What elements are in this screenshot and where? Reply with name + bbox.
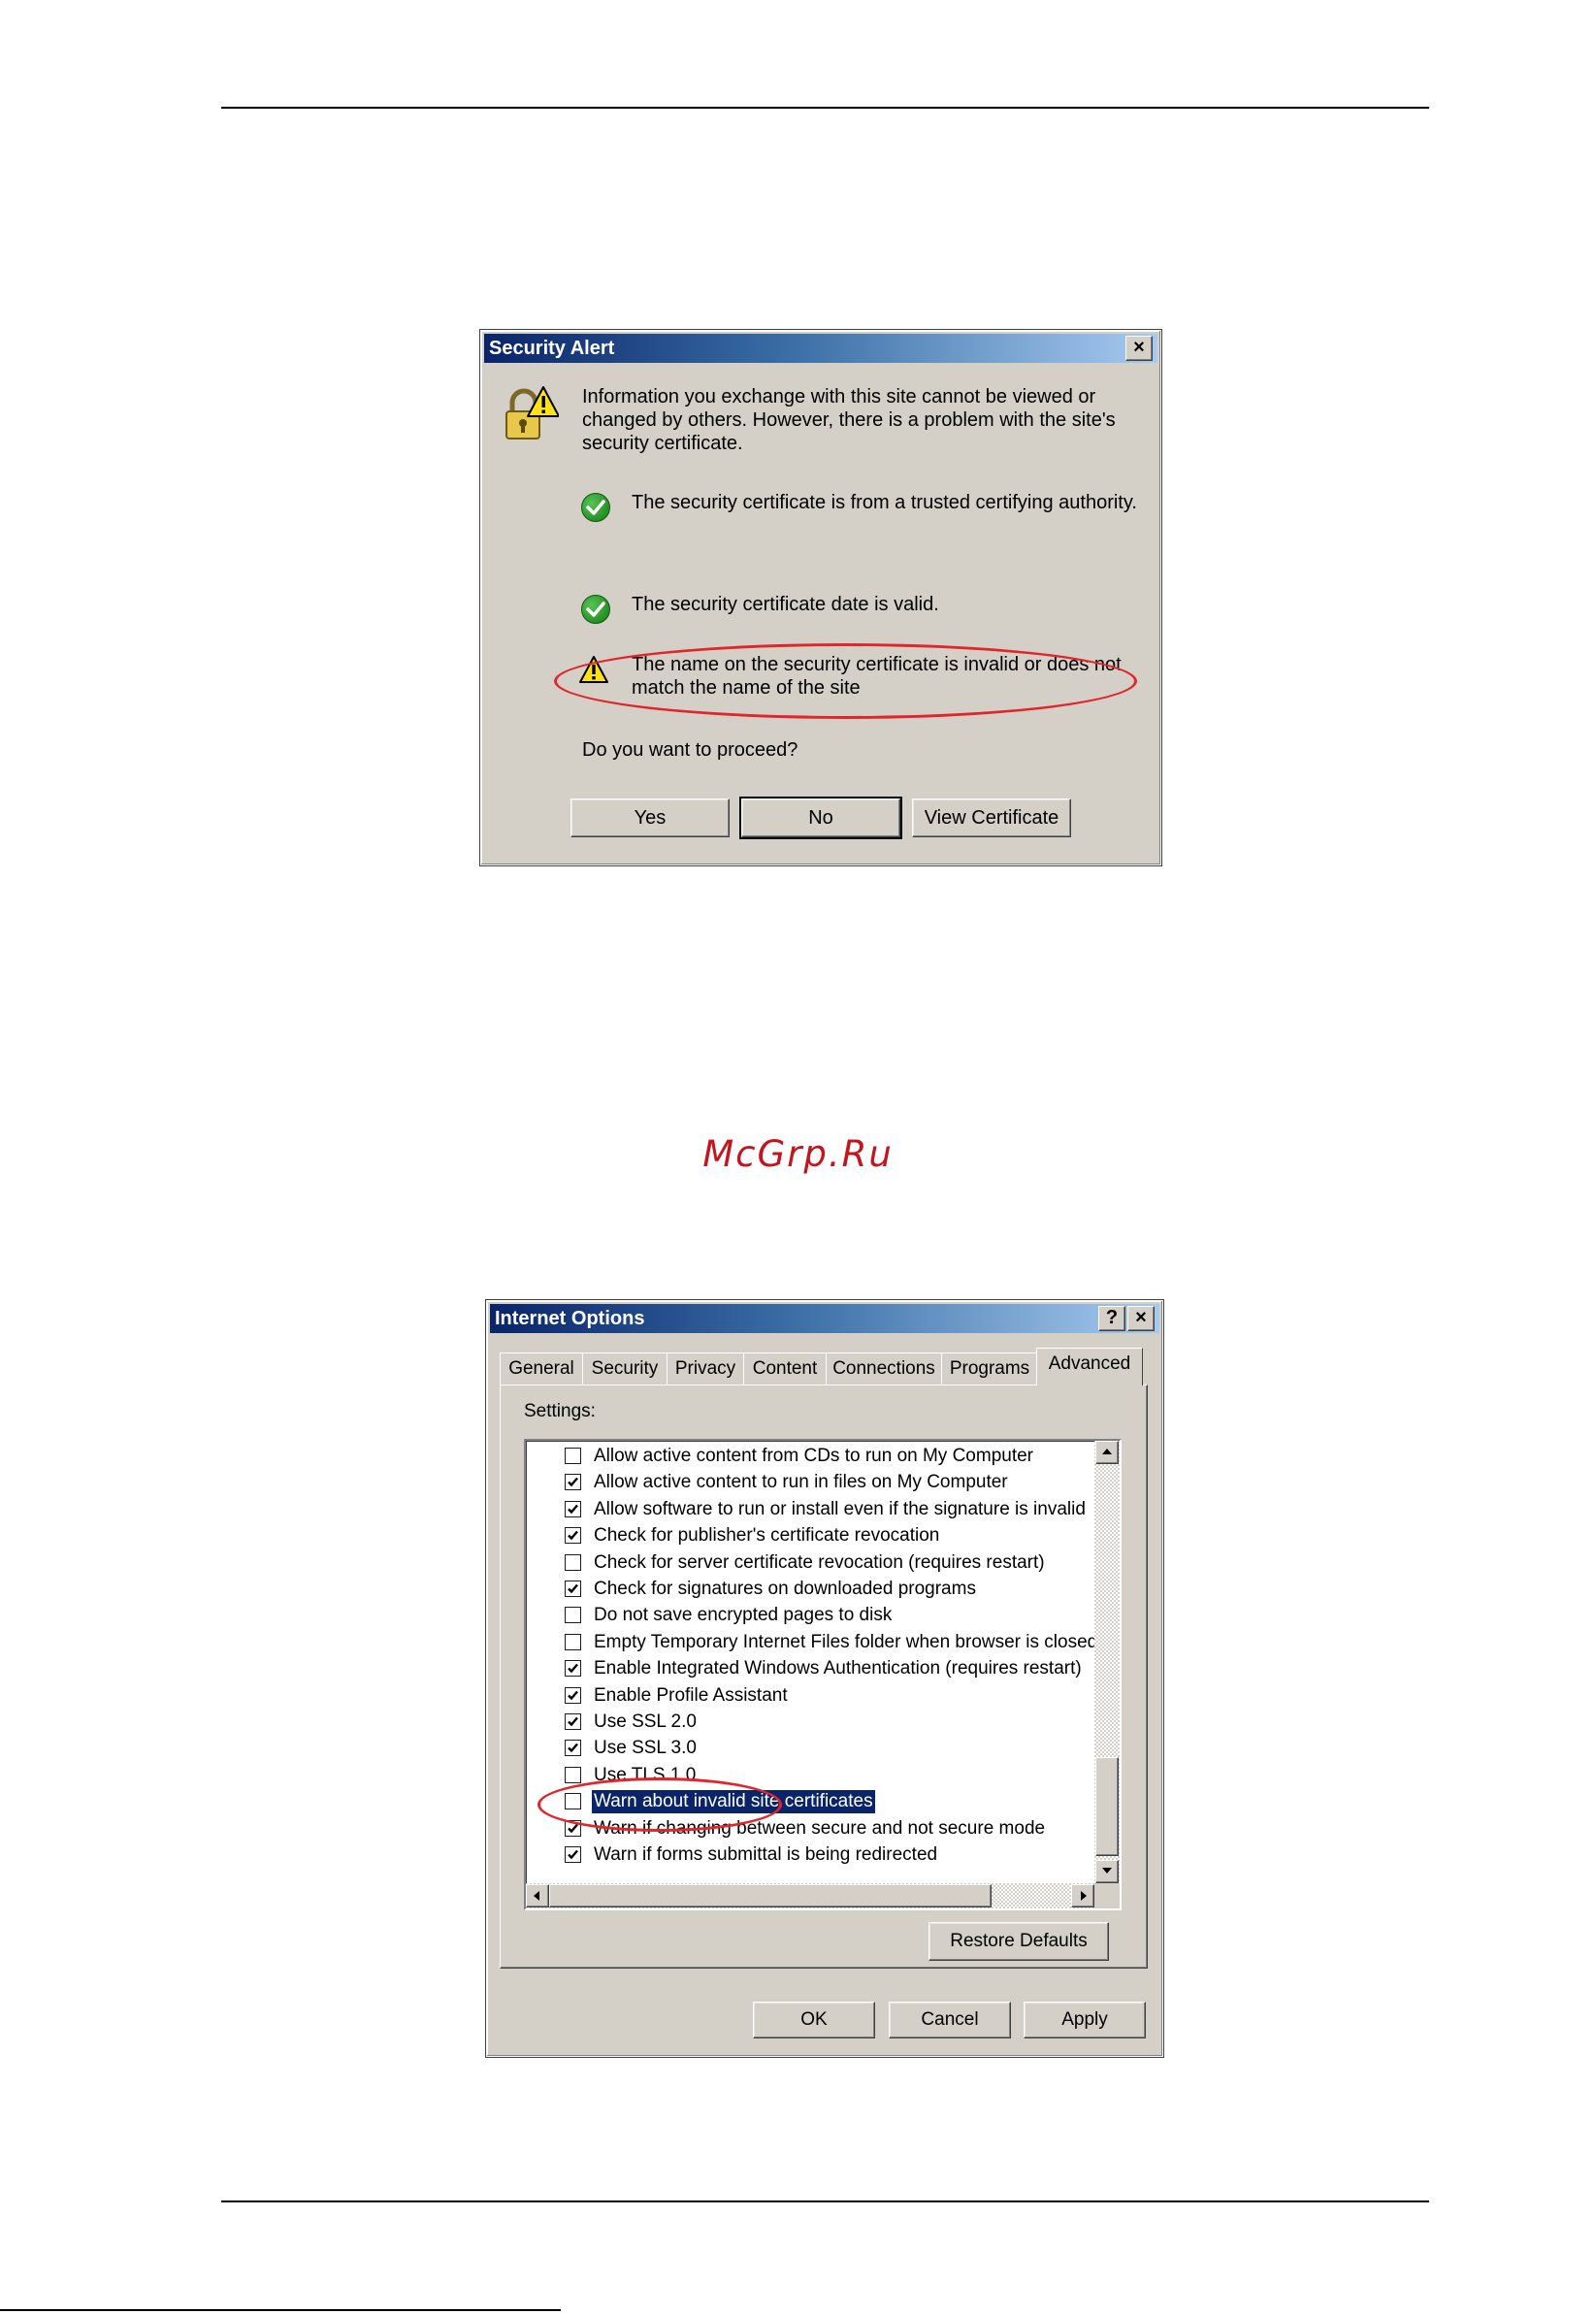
scroll-left-button[interactable] — [526, 1884, 549, 1907]
intro-text-line-3: security certificate. — [582, 433, 743, 454]
close-button[interactable]: × — [1125, 336, 1153, 361]
setting-label: Check for server certificate revocation … — [594, 1551, 1045, 1573]
check-ok-icon — [581, 493, 610, 522]
scroll-right-button[interactable] — [1071, 1884, 1094, 1907]
checkbox-checked[interactable] — [565, 1581, 581, 1597]
tab-connections[interactable]: Connections — [826, 1353, 942, 1385]
checkbox-checked[interactable] — [565, 1686, 581, 1704]
setting-label: Allow active content to run in files on … — [594, 1472, 1008, 1493]
setting-label: Empty Temporary Internet Files folder wh… — [594, 1631, 1098, 1652]
checkbox-checked[interactable] — [565, 1740, 581, 1757]
setting-label: Check for publisher's certificate revoca… — [594, 1525, 940, 1547]
checkbox-checked[interactable] — [565, 1527, 581, 1545]
checkbox-checked[interactable] — [565, 1713, 581, 1730]
checkbox-unchecked[interactable] — [565, 1766, 581, 1783]
security-alert-title: Security Alert — [489, 338, 615, 359]
highlight-ellipse — [537, 1777, 782, 1832]
restore-defaults-button[interactable]: Restore Defaults — [928, 1922, 1109, 1961]
check-ok-icon — [581, 595, 610, 624]
settings-label: Settings: — [524, 1401, 596, 1421]
ok-button[interactable]: OK — [753, 2002, 875, 2038]
vertical-scroll-thumb[interactable] — [1095, 1757, 1119, 1856]
help-icon: ? — [1105, 1307, 1119, 1328]
setting-label: Do not save encrypted pages to disk — [594, 1605, 893, 1626]
arrow-down-icon — [1102, 1868, 1112, 1874]
padlock-warning-icon — [501, 383, 560, 443]
checkbox-checked[interactable] — [565, 1846, 581, 1863]
tab-advanced[interactable]: Advanced — [1036, 1348, 1143, 1385]
setting-label: Use SSL 3.0 — [594, 1738, 697, 1759]
arrow-right-icon — [1081, 1891, 1087, 1901]
tab-programs[interactable]: Programs — [941, 1353, 1038, 1385]
security-alert-dialog: Security Alert × Information you exchang… — [479, 329, 1162, 866]
checkbox-unchecked[interactable] — [565, 1633, 581, 1650]
internet-options-dialog: Internet Options ? × General Security Pr… — [485, 1299, 1164, 2058]
settings-list[interactable]: Allow active content from CDs to run on … — [524, 1439, 1122, 1910]
checkbox-checked[interactable] — [565, 1660, 581, 1678]
yes-button[interactable]: Yes — [570, 798, 730, 837]
security-alert-titlebar: Security Alert — [484, 334, 1157, 363]
check-date-valid: The security certificate date is valid. — [632, 594, 939, 615]
setting-label: Check for signatures on downloaded progr… — [594, 1579, 976, 1599]
tab-privacy[interactable]: Privacy — [667, 1353, 744, 1385]
watermark: McGrp.Ru — [702, 1133, 894, 1175]
setting-label: Use SSL 2.0 — [594, 1711, 697, 1732]
proceed-question: Do you want to proceed? — [582, 739, 798, 761]
tab-security[interactable]: Security — [582, 1353, 668, 1385]
vertical-scrollbar[interactable] — [1094, 1441, 1120, 1883]
close-button[interactable]: × — [1127, 1306, 1155, 1331]
view-certificate-button[interactable]: View Certificate — [912, 798, 1071, 837]
bottom-rule — [221, 2200, 1429, 2202]
intro-text-line-1: Information you exchange with this site … — [582, 386, 1096, 407]
scroll-corner — [1094, 1883, 1120, 1908]
checkbox-unchecked[interactable] — [565, 1607, 581, 1624]
checkbox-unchecked[interactable] — [565, 1553, 581, 1571]
close-icon: × — [1135, 1307, 1147, 1328]
no-button[interactable]: No — [739, 797, 902, 839]
arrow-left-icon — [534, 1891, 539, 1901]
scroll-down-button[interactable] — [1095, 1860, 1119, 1883]
setting-label: Enable Integrated Windows Authentication… — [594, 1658, 1082, 1679]
tab-content[interactable]: Content — [743, 1353, 827, 1385]
setting-label: Warn if forms submittal is being redirec… — [594, 1844, 938, 1865]
internet-options-titlebar: Internet Options — [490, 1304, 1159, 1333]
scroll-up-button[interactable] — [1095, 1441, 1119, 1464]
horizontal-scroll-thumb[interactable] — [549, 1884, 992, 1907]
apply-button[interactable]: Apply — [1024, 2002, 1146, 2038]
checkbox-checked[interactable] — [565, 1474, 581, 1491]
setting-label: Enable Profile Assistant — [594, 1684, 788, 1706]
close-icon: × — [1133, 337, 1145, 358]
footnote-rule — [0, 2309, 561, 2311]
help-button[interactable]: ? — [1098, 1306, 1125, 1331]
arrow-up-icon — [1102, 1449, 1112, 1454]
checkbox-checked[interactable] — [565, 1500, 581, 1517]
highlight-ellipse — [554, 643, 1137, 719]
tab-general[interactable]: General — [500, 1353, 583, 1385]
checkbox-unchecked[interactable] — [565, 1448, 581, 1464]
cancel-button[interactable]: Cancel — [889, 2002, 1011, 2038]
check-trusted-authority: The security certificate is from a trust… — [632, 492, 1137, 513]
intro-text-line-2: changed by others. However, there is a p… — [582, 409, 1116, 431]
horizontal-scrollbar[interactable] — [526, 1883, 1094, 1908]
top-rule — [221, 107, 1429, 109]
setting-label: Allow active content from CDs to run on … — [594, 1446, 1034, 1466]
setting-label: Allow software to run or install even if… — [594, 1498, 1086, 1519]
internet-options-title: Internet Options — [495, 1308, 645, 1329]
